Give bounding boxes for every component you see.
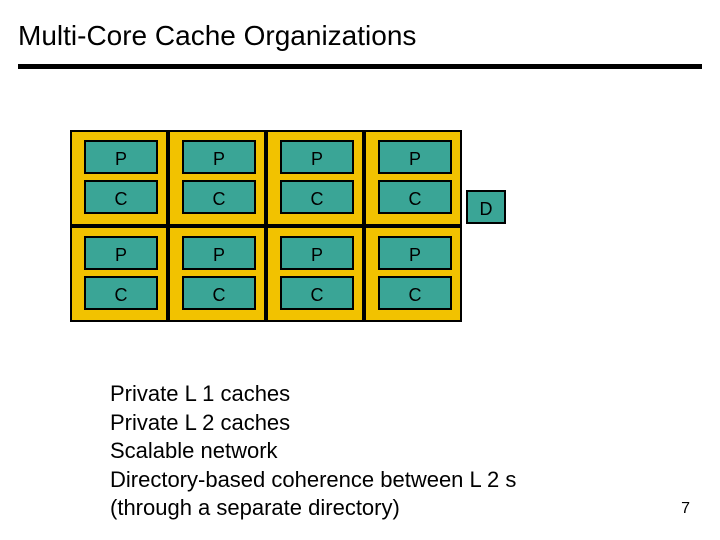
directory-box: D <box>466 190 506 224</box>
core-cell: PC <box>70 130 168 226</box>
core-cell: PC <box>70 226 168 322</box>
processor-box: P <box>84 140 158 174</box>
processor-box: P <box>182 140 256 174</box>
description-line: (through a separate directory) <box>110 494 516 523</box>
description-line: Scalable network <box>110 437 516 466</box>
description-line: Directory-based coherence between L 2 s <box>110 466 516 495</box>
processor-box: P <box>280 236 354 270</box>
cache-box: C <box>182 276 256 310</box>
processor-box: P <box>182 236 256 270</box>
description-line: Private L 1 caches <box>110 380 516 409</box>
cache-box: C <box>280 180 354 214</box>
core-cell: PC <box>364 226 462 322</box>
cache-box: C <box>182 180 256 214</box>
core-cell: PC <box>168 226 266 322</box>
processor-box: P <box>84 236 158 270</box>
cache-box: C <box>84 180 158 214</box>
title-underline <box>18 64 702 69</box>
core-cell: PC <box>266 130 364 226</box>
description-line: Private L 2 caches <box>110 409 516 438</box>
cache-box: C <box>378 276 452 310</box>
cache-box: C <box>84 276 158 310</box>
core-cell: PC <box>168 130 266 226</box>
description-block: Private L 1 cachesPrivate L 2 cachesScal… <box>110 380 516 523</box>
page-title: Multi-Core Cache Organizations <box>0 0 720 64</box>
core-cell: PC <box>266 226 364 322</box>
cache-box: C <box>280 276 354 310</box>
processor-box: P <box>378 236 452 270</box>
cache-box: C <box>378 180 452 214</box>
processor-box: P <box>378 140 452 174</box>
processor-box: P <box>280 140 354 174</box>
page-number: 7 <box>681 500 690 518</box>
core-cell: PC <box>364 130 462 226</box>
